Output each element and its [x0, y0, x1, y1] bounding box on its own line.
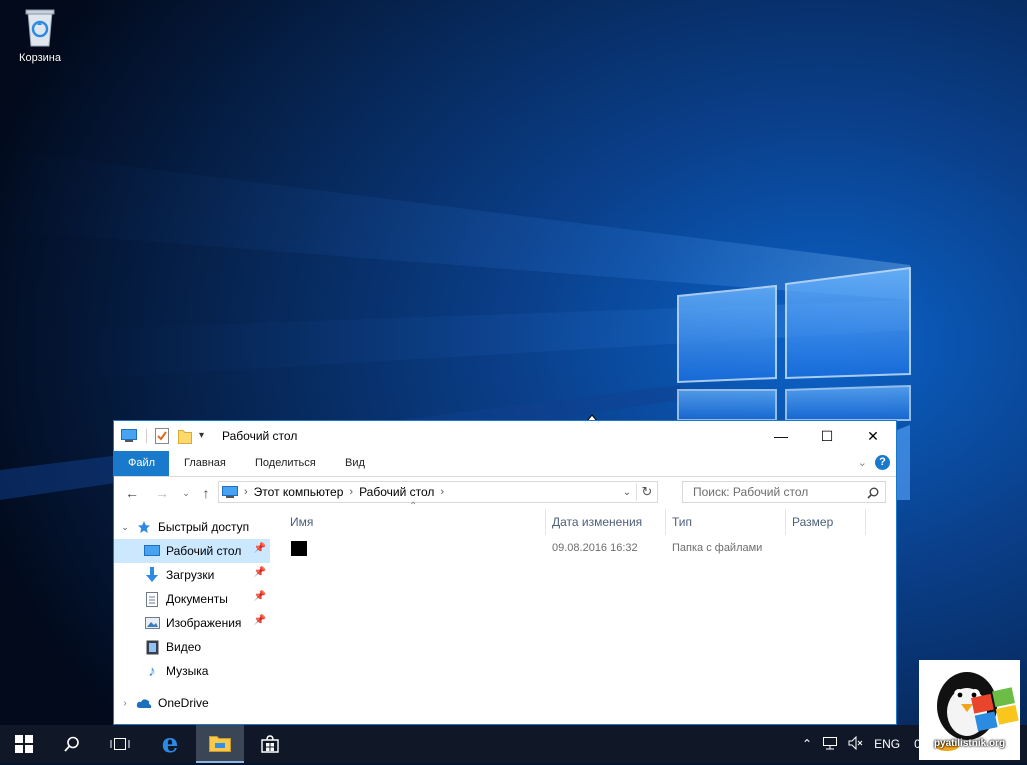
column-divider[interactable]	[865, 509, 866, 535]
task-view-icon	[110, 738, 130, 750]
download-arrow-icon	[144, 567, 160, 583]
properties-icon[interactable]	[155, 428, 169, 444]
forward-arrow-icon[interactable]: →	[152, 483, 172, 503]
help-icon[interactable]: ?	[875, 455, 890, 470]
recycle-bin-icon	[20, 4, 60, 48]
navigation-pane: ⌄ Быстрый доступ Рабочий стол 📌 Загрузки…	[114, 509, 270, 724]
sidebar-item-label: OneDrive	[158, 696, 209, 710]
back-arrow-icon[interactable]: ←	[122, 483, 142, 503]
title-bar[interactable]: ▾ Рабочий стол — ☐ ✕	[114, 421, 896, 451]
sidebar-item-label: Быстрый доступ	[158, 520, 250, 534]
pin-icon[interactable]: 📌	[254, 591, 266, 602]
desktop-icon	[144, 543, 160, 559]
column-header-name[interactable]: Имя	[283, 509, 545, 535]
sidebar-item-documents[interactable]: Документы 📌	[114, 587, 270, 611]
cloud-icon	[136, 695, 152, 711]
up-arrow-icon[interactable]: ↑	[196, 483, 216, 503]
sidebar-item-label: Загрузки	[166, 568, 215, 582]
sidebar-item-music[interactable]: ♪ Музыка	[114, 659, 270, 683]
store-bag-icon	[261, 735, 279, 753]
sidebar-item-downloads[interactable]: Загрузки 📌	[114, 563, 270, 587]
sidebar-item-label: Документы	[166, 592, 228, 606]
windows-logo-icon	[15, 735, 33, 753]
sidebar-item-onedrive[interactable]: › OneDrive	[114, 691, 270, 715]
chevron-right-icon[interactable]: ›	[114, 698, 136, 709]
picture-icon	[144, 615, 160, 631]
store-button[interactable]	[246, 725, 294, 763]
search-icon	[64, 736, 79, 752]
input-language-indicator[interactable]: ENG	[874, 737, 900, 751]
task-view-button[interactable]	[96, 725, 144, 763]
tab-file[interactable]: Файл	[114, 451, 170, 476]
chevron-down-icon[interactable]: ⌄	[114, 522, 136, 533]
computer-icon	[222, 486, 238, 498]
recycle-bin-desktop-icon[interactable]: Корзина	[8, 4, 72, 64]
search-input[interactable]: Поиск: Рабочий стол	[682, 481, 886, 503]
column-header-size[interactable]: Размер	[785, 509, 865, 535]
sidebar-item-label: Рабочий стол	[166, 544, 242, 558]
computer-icon	[121, 428, 137, 444]
star-icon	[136, 519, 152, 535]
sidebar-item-desktop[interactable]: Рабочий стол 📌	[114, 539, 270, 563]
minimize-button[interactable]: —	[758, 421, 804, 451]
edge-icon: e	[161, 729, 179, 759]
close-button[interactable]: ✕	[850, 421, 896, 451]
chevron-right-icon: ›	[349, 486, 354, 498]
search-placeholder: Поиск: Рабочий стол	[693, 485, 809, 499]
address-dropdown-icon[interactable]: ⌄	[618, 487, 636, 498]
show-hidden-icons-chevron-up-icon[interactable]: ⌃	[802, 737, 812, 751]
pin-icon[interactable]: 📌	[254, 543, 266, 554]
tab-home[interactable]: Главная	[170, 451, 240, 476]
breadcrumb-desktop[interactable]: Рабочий стол	[359, 485, 434, 499]
customize-toolbar-icon[interactable]: ▾	[199, 430, 204, 446]
file-explorer-window[interactable]: ▾ Рабочий стол — ☐ ✕ Файл Главная Подели…	[113, 420, 897, 725]
file-date-modified: 09.08.2016 16:32	[552, 542, 638, 554]
film-icon	[144, 639, 160, 655]
file-type: Папка с файлами	[672, 542, 763, 554]
sidebar-item-quick-access[interactable]: ⌄ Быстрый доступ	[114, 515, 270, 539]
expand-ribbon-icon[interactable]: ⌄	[858, 456, 867, 469]
music-note-icon: ♪	[148, 662, 156, 680]
file-list[interactable]: ⌃ Имя Дата изменения Тип Размер 09.08.20…	[271, 501, 896, 724]
tab-view[interactable]: Вид	[331, 451, 379, 476]
document-icon	[144, 591, 160, 607]
column-header-type[interactable]: Тип	[665, 509, 785, 535]
search-button[interactable]	[48, 725, 96, 763]
sidebar-item-label: Видео	[166, 640, 202, 654]
network-icon[interactable]	[822, 736, 838, 753]
system-tray: ⌃ ENG 0	[802, 725, 921, 763]
chevron-right-icon[interactable]: ›	[440, 486, 444, 498]
ribbon-tabs: Файл Главная Поделиться Вид ⌄ ?	[114, 451, 896, 477]
folder-icon	[209, 736, 231, 752]
column-header-date-modified[interactable]: Дата изменения	[545, 509, 665, 535]
volume-muted-icon[interactable]	[848, 735, 864, 753]
folder-icon	[291, 541, 307, 556]
start-button[interactable]	[0, 725, 48, 763]
sidebar-item-label: Музыка	[166, 664, 209, 678]
sidebar-item-pictures[interactable]: Изображения 📌	[114, 611, 270, 635]
edge-browser-button[interactable]: e	[146, 725, 194, 763]
tab-share[interactable]: Поделиться	[241, 451, 330, 476]
navigation-bar: ← → ⌄ ↑ › Этот компьютер › Рабочий стол …	[114, 477, 896, 509]
sidebar-item-label: Изображения	[166, 616, 242, 630]
chevron-right-icon: ›	[244, 486, 248, 498]
watermark-text: pyatilistnik.org	[933, 738, 1006, 749]
file-explorer-button[interactable]	[196, 725, 244, 763]
search-icon[interactable]	[867, 482, 879, 502]
recent-locations-icon[interactable]: ⌄	[176, 483, 196, 503]
recycle-bin-label: Корзина	[19, 52, 61, 64]
pin-icon[interactable]: 📌	[254, 567, 266, 578]
pin-icon[interactable]: 📌	[254, 615, 266, 626]
sidebar-item-videos[interactable]: Видео	[114, 635, 270, 659]
new-folder-icon[interactable]	[178, 428, 192, 444]
maximize-button[interactable]: ☐	[804, 421, 850, 451]
address-bar[interactable]: › Этот компьютер › Рабочий стол › ⌄ ↻	[218, 481, 658, 503]
breadcrumb-this-pc[interactable]: Этот компьютер	[254, 485, 344, 499]
pyatilistnik-logo: pyatilistnik.org	[919, 660, 1020, 760]
refresh-icon[interactable]: ↻	[637, 484, 657, 500]
table-row[interactable]: 09.08.2016 16:32 Папка с файлами	[271, 537, 896, 559]
taskbar: e ⌃ ENG 0	[0, 725, 1027, 763]
window-title: Рабочий стол	[222, 429, 298, 443]
